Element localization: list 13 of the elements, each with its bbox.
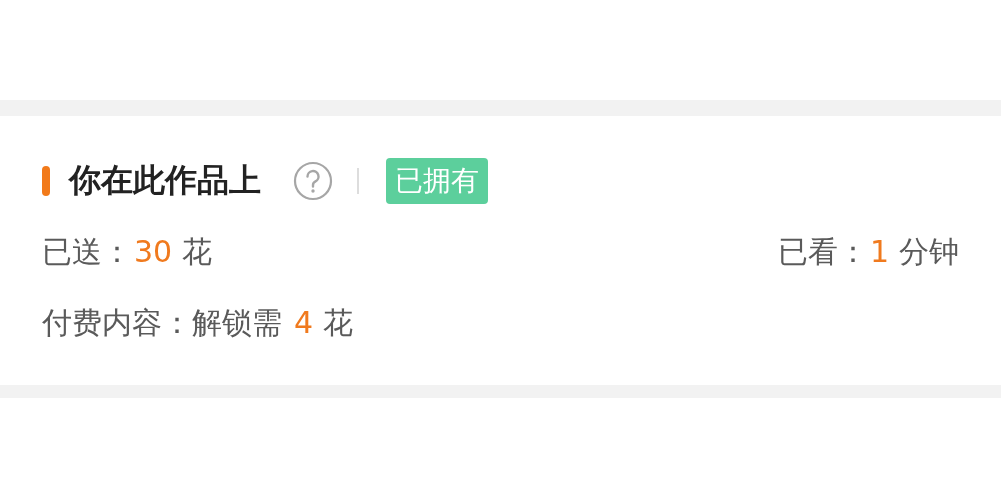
help-icon[interactable] (293, 161, 333, 201)
stat-unit: 花 (182, 233, 213, 271)
paid-label: 付费内容：解锁需 (42, 304, 282, 342)
paid-value: 4 (294, 305, 314, 340)
stat-value: 30 (134, 234, 173, 269)
section-title: 你在此作品上 (69, 160, 261, 201)
owned-badge: 已拥有 (385, 158, 488, 204)
stat-label: 已看： (777, 233, 868, 271)
stat-unit: 分钟 (899, 233, 959, 271)
stat-value: 1 (869, 234, 889, 269)
accent-bar (42, 166, 50, 196)
paid-unit: 花 (323, 304, 354, 342)
stat-label: 已送： (42, 233, 132, 271)
